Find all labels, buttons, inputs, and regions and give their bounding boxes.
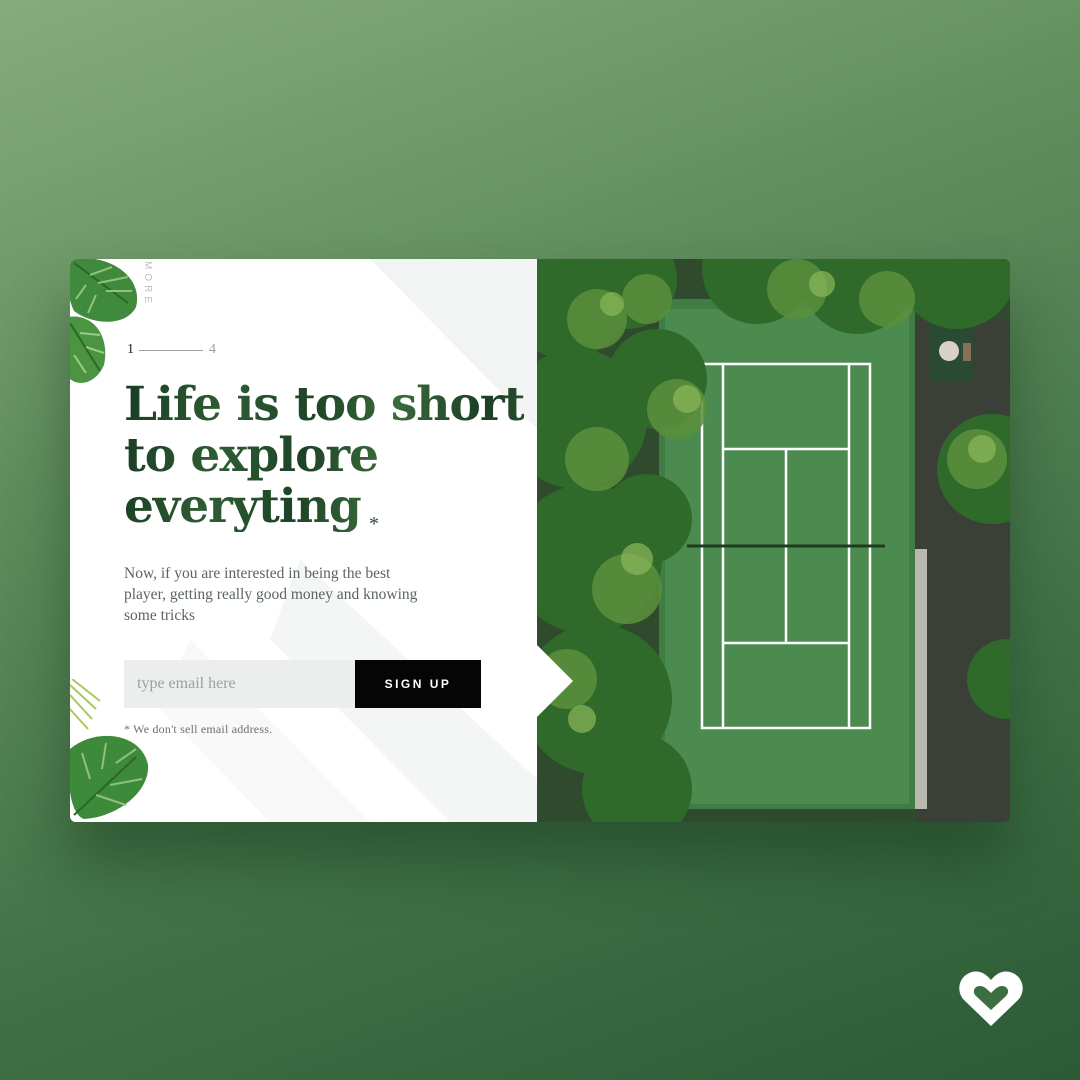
headline: Life is too short to explore everyting [124,379,524,532]
landing-card: MORE 1 4 Life is too short to explore ev… [70,259,1010,822]
left-panel: MORE 1 4 Life is too short to explore ev… [70,259,537,822]
headline-line-3: everyting [124,479,361,534]
more-vertical-label[interactable]: MORE [140,261,154,307]
sign-up-button[interactable]: SIGN UP [355,660,481,708]
monstera-leaf-top-icon [70,259,138,383]
tennis-court-photo [537,259,1010,822]
slide-pager: 1 4 [127,342,216,358]
monstera-leaf-bottom-icon [70,679,149,819]
pager-progress-line [139,349,203,351]
tennis-court-aerial-illustration [537,259,1010,822]
signup-form: SIGN UP [124,660,481,708]
heart-logo-icon [959,971,1023,1026]
panel-arrow-notch [537,645,573,717]
headline-asterisk: * [369,513,379,535]
headline-line-1: Life is too short [124,377,525,432]
description-text: Now, if you are interested in being the … [124,565,418,624]
email-input[interactable] [124,660,355,708]
headline-line-2: to explore [124,428,379,483]
pager-current: 1 [127,342,134,357]
pager-total: 4 [209,342,216,357]
